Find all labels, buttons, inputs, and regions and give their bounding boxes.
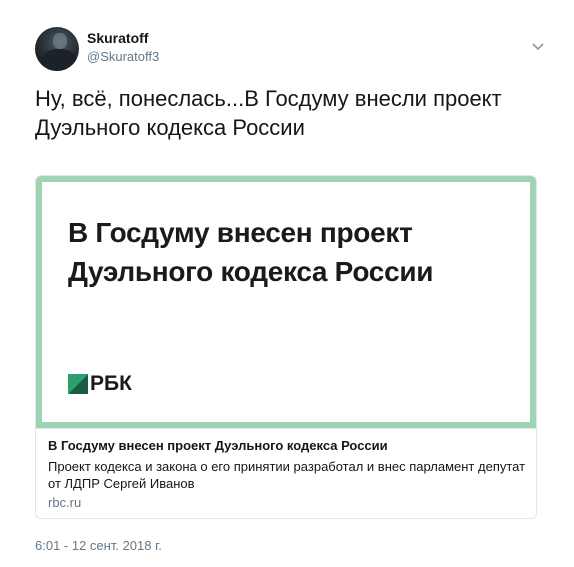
display-name[interactable]: Skuratoff — [87, 30, 148, 46]
link-card[interactable]: В Госдуму внесен проект Дуэльного кодекс… — [35, 175, 537, 519]
card-image-headline: В Госдуму внесен проект Дуэльного кодекс… — [68, 217, 434, 287]
card-meta[interactable]: В Госдуму внесен проект Дуэльного кодекс… — [36, 428, 536, 518]
chevron-down-icon[interactable] — [531, 39, 545, 53]
tweet-header: Skuratoff @Skuratoff3 — [35, 27, 545, 72]
card-description: Проект кодекса и закона о его принятии р… — [48, 459, 526, 491]
avatar[interactable] — [35, 27, 79, 71]
rbc-logo-icon — [68, 374, 88, 394]
rbc-logo-text: РБК — [90, 372, 132, 395]
card-domain: rbc.ru — [48, 495, 82, 510]
user-handle[interactable]: @Skuratoff3 — [87, 49, 159, 64]
tweet-text: Ну, всё, понеслась...В Госдуму внесли пр… — [35, 86, 502, 140]
avatar-face — [53, 33, 67, 49]
card-title[interactable]: В Госдуму внесен проект Дуэльного кодекс… — [48, 438, 526, 453]
card-image[interactable]: В Госдуму внесен проект Дуэльного кодекс… — [36, 176, 536, 428]
avatar-shoulders — [41, 49, 77, 71]
tweet-timestamp[interactable]: 6:01 - 12 сент. 2018 г. — [35, 538, 162, 553]
tweet: Skuratoff @Skuratoff3 Ну, всё, понеслась… — [0, 0, 574, 567]
